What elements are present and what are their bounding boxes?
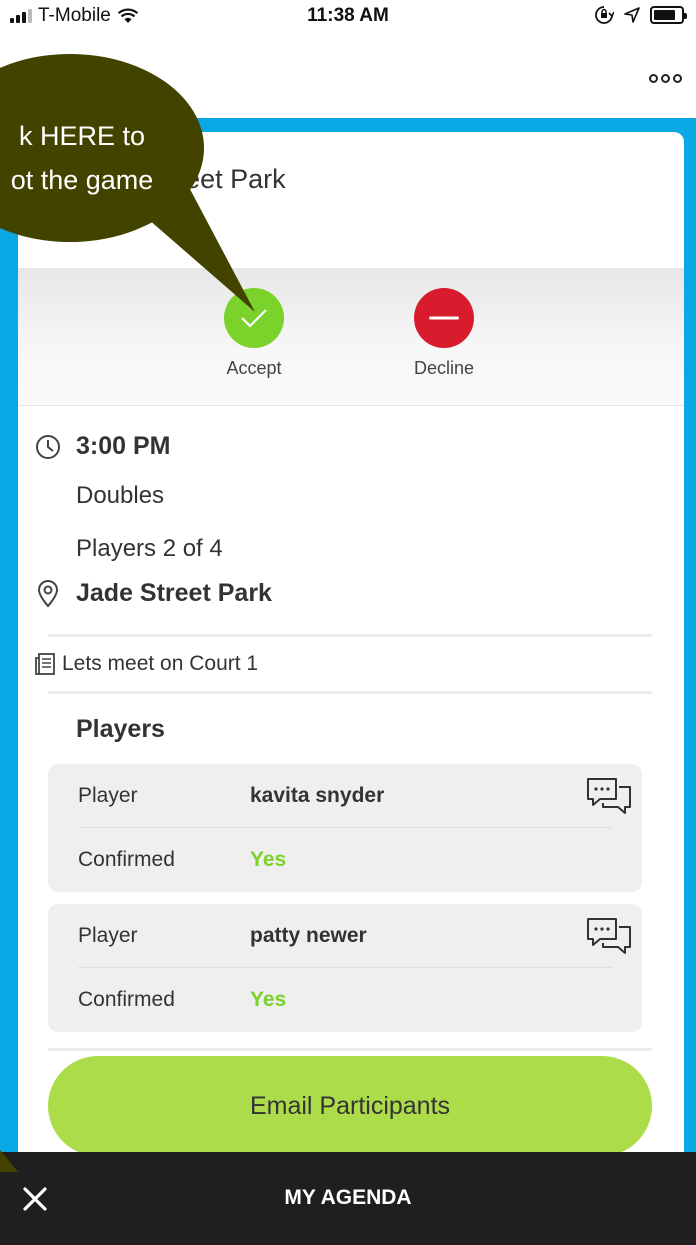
status-icons xyxy=(594,5,687,25)
decline-button[interactable]: Decline xyxy=(384,288,504,379)
accept-button[interactable]: Accept xyxy=(194,288,314,379)
start-time: 3:00 PM xyxy=(76,432,171,460)
chat-icon[interactable] xyxy=(586,776,632,816)
rsvp-section: Accept Decline xyxy=(18,268,684,406)
game-details-card: ade Street Park Accept Decline 3:00 PM D… xyxy=(18,132,684,1245)
players-heading: Players xyxy=(76,715,165,743)
check-icon xyxy=(224,288,284,348)
player-name: patty newer xyxy=(250,923,367,947)
more-icon[interactable] xyxy=(649,74,682,83)
player-row: Player patty newer xyxy=(78,904,612,968)
time-row: 3:00 PM xyxy=(34,432,170,461)
decline-label: Decline xyxy=(413,358,475,378)
player-role-label: Player xyxy=(78,783,138,807)
location-arrow-icon xyxy=(624,7,640,23)
notes-row: Lets meet on Court 1 xyxy=(34,652,258,676)
location-pin-icon xyxy=(37,579,59,607)
notes-icon xyxy=(35,653,55,675)
player-role-label: Player xyxy=(78,923,138,947)
agenda-title: MY AGENDA xyxy=(284,1186,412,1209)
game-format: Doubles xyxy=(76,482,165,509)
minus-icon xyxy=(414,288,474,348)
orientation-lock-icon xyxy=(595,6,614,24)
players-count: Players 2 of 4 xyxy=(76,535,223,562)
divider xyxy=(48,1048,652,1051)
divider xyxy=(48,634,652,637)
location-row: Jade Street Park xyxy=(34,579,272,608)
tutorial-text: k HERE to ot the game xyxy=(0,114,202,202)
confirmed-value: Yes xyxy=(250,848,287,871)
player-name: kavita snyder xyxy=(250,783,385,807)
email-participants-button[interactable]: Email Participants xyxy=(48,1056,652,1156)
accept-label: Accept xyxy=(226,358,282,378)
status-time: 11:38 AM xyxy=(307,5,389,26)
player-row: Player kavita snyder xyxy=(78,764,612,828)
confirmed-label: Confirmed xyxy=(78,988,175,1011)
app-header xyxy=(0,34,696,118)
location-name: Jade Street Park xyxy=(76,579,272,607)
player-card: Player patty newer Confirmed Yes xyxy=(48,904,642,1032)
tutorial-line-2: ot the game xyxy=(10,165,154,195)
chat-icon[interactable] xyxy=(586,916,632,956)
agenda-bar: MY AGENDA xyxy=(0,1152,696,1245)
notes-text: Lets meet on Court 1 xyxy=(62,652,259,675)
confirmed-value: Yes xyxy=(250,988,287,1011)
divider xyxy=(48,691,652,694)
clock-icon xyxy=(36,434,60,459)
confirmed-row: Confirmed Yes xyxy=(78,828,612,892)
tutorial-line-1: k HERE to xyxy=(18,121,146,151)
status-bar: T-Mobile 11:38 AM xyxy=(0,0,696,34)
confirmed-label: Confirmed xyxy=(78,848,175,871)
confirmed-row: Confirmed Yes xyxy=(78,968,612,1032)
player-card: Player kavita snyder Confirmed Yes xyxy=(48,764,642,892)
battery-icon xyxy=(650,6,687,24)
